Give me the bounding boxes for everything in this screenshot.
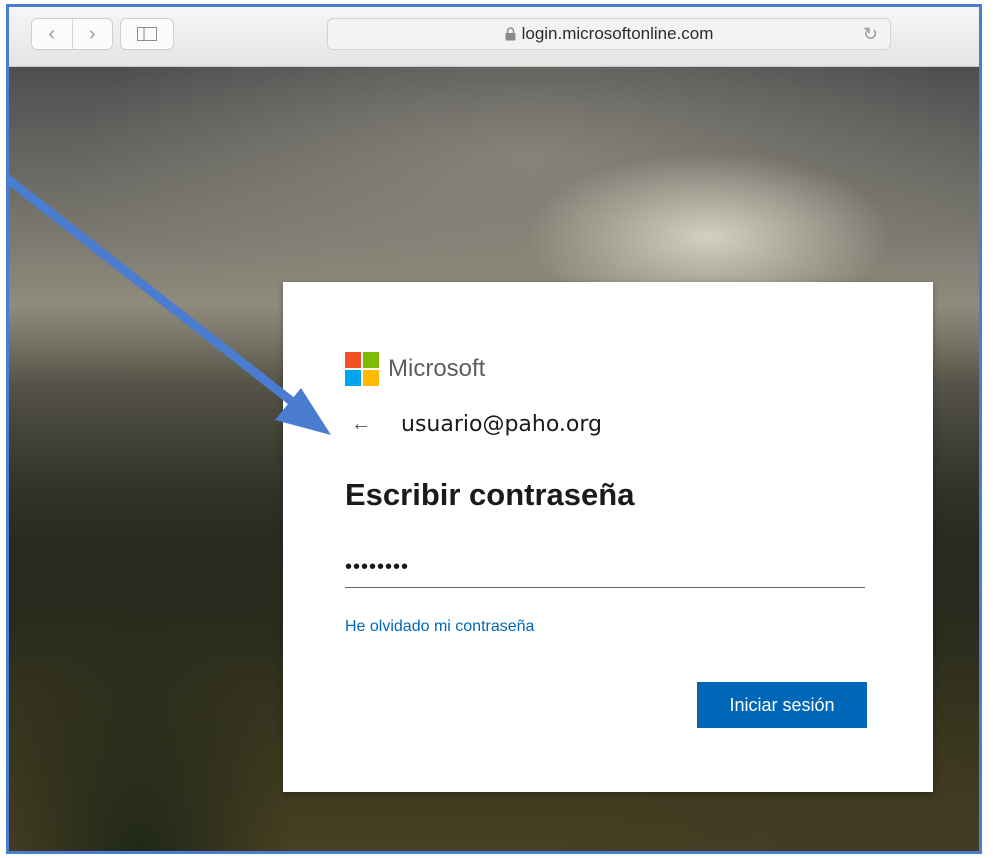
browser-window: ‹ › login.microsoftonline.com ↻ Microsof… (6, 4, 982, 854)
annotation-arrow (9, 174, 331, 435)
